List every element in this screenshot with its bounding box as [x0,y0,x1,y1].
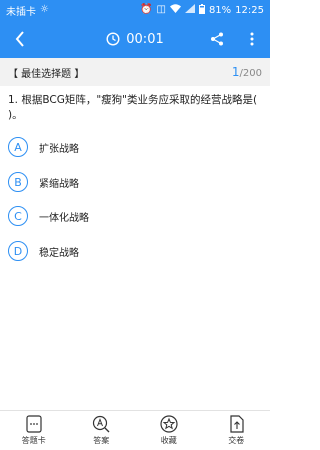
question-header: 【 最佳选择题 】 1/200 [0,58,270,86]
answer-icon [93,415,110,433]
timer-icon [106,32,120,46]
question-type: 【 最佳选择题 】 [8,68,85,80]
timer-text: 00:01 [126,31,164,47]
notification-icon: ☼ [40,4,49,15]
option-b[interactable]: B 紧缩战略 [8,171,208,193]
answer-card-icon [26,415,42,433]
tab-label: 收藏 [160,436,177,445]
star-icon [160,415,178,433]
option-c[interactable]: C 一体化战略 [8,205,208,227]
current-question-number: 1 [231,65,240,79]
tab-label: 交卷 [228,436,245,445]
option-d[interactable]: D 稳定战略 [8,240,208,262]
share-button[interactable] [205,27,229,51]
question-text: 1. 根据BCG矩阵，"瘦狗"类业务应采取的经营战略是( )。 [8,94,258,121]
more-vertical-icon [250,32,254,46]
favorite-button[interactable]: 收藏 [135,411,203,450]
submit-exam-button[interactable]: 交卷 [203,411,271,450]
submit-icon [230,415,244,433]
option-a[interactable]: A 扩张战略 [8,136,208,158]
option-letter: D [8,241,28,261]
answer-card-button[interactable]: 答题卡 [0,411,68,450]
signal-icon [184,4,195,16]
option-letter: A [8,137,28,157]
option-text: 紧缩战略 [39,178,79,190]
back-button[interactable] [8,27,32,51]
vibrate-icon: ◫ [156,4,166,15]
wifi-icon [169,4,181,16]
total-questions: /200 [239,68,262,79]
status-bar: 未插卡 ☼ ⏰ ◫ 81% 12:25 [0,0,270,20]
bottom-toolbar: 答题卡 答案 收藏 交卷 [0,410,270,450]
option-text: 扩张战略 [39,143,79,155]
exam-timer: 00:01 [0,20,270,58]
alarm-icon: ⏰ [140,4,153,15]
more-menu-button[interactable] [240,27,264,51]
answer-button[interactable]: 答案 [68,411,136,450]
clock: 12:25 [235,4,264,16]
carrier-text: 未插卡 [6,6,36,18]
option-text: 稳定战略 [39,247,79,259]
option-letter: C [8,206,28,226]
option-letter: B [8,172,28,192]
tab-label: 答案 [93,436,110,445]
option-text: 一体化战略 [39,212,89,224]
tab-label: 答题卡 [21,436,46,445]
question-progress: 1/200 [232,65,262,79]
share-icon [211,32,223,46]
battery-icon [198,3,205,17]
battery-percent: 81% [208,4,232,16]
chevron-left-icon [15,31,24,47]
app-bar: 00:01 [0,20,270,58]
